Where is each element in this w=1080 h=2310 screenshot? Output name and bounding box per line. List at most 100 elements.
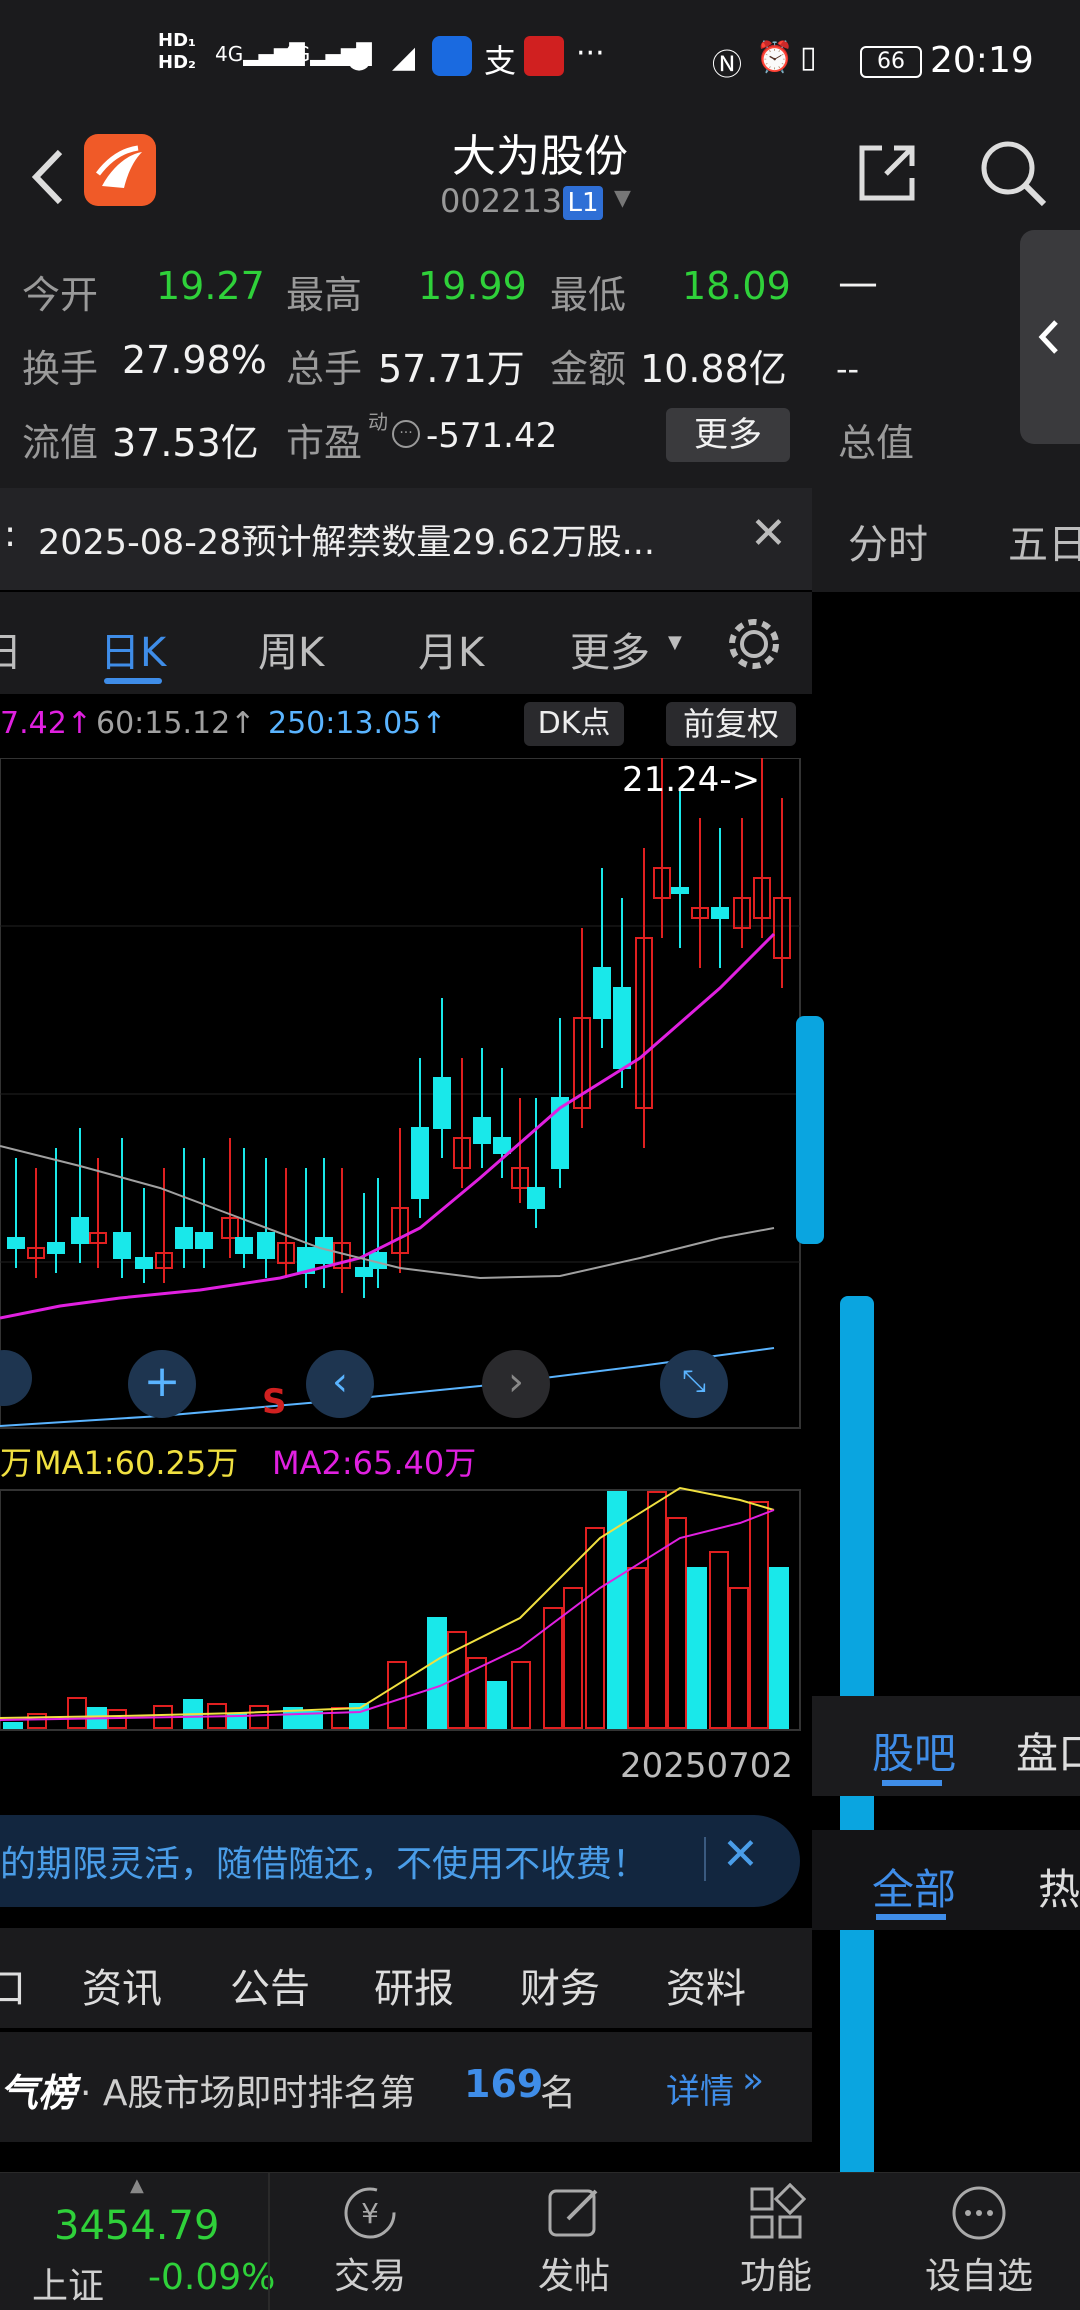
kline-svg (0, 758, 801, 1731)
quote-panel: 今开 19.27 最高 19.99 最低 18.09 换手 27.98% 总手 … (0, 240, 1080, 488)
add-watchlist-button[interactable]: 设自选 (904, 2183, 1054, 2299)
notice-text: 2025-08-28预计解禁数量29.62万股... (38, 523, 655, 563)
tab-weekly-k[interactable]: 周K (258, 620, 324, 678)
chevron-left-icon[interactable]: ‹ (306, 1350, 374, 1418)
right-sub-tabs: 全部 热 (812, 1830, 1080, 1930)
tab-partial[interactable]: 口 (0, 1956, 26, 2014)
candle-body (235, 1237, 253, 1254)
fullscreen-icon[interactable]: ⤡ (660, 1350, 728, 1418)
candle-body (411, 1127, 429, 1199)
open-value: 19.27 (156, 264, 265, 308)
tab-monthly-k[interactable]: 月K (418, 620, 484, 678)
peak-price-label: 21.24-> (622, 760, 761, 800)
close-icon[interactable]: ✕ (750, 508, 787, 559)
nfc-icon: Ⓝ (712, 48, 742, 83)
chart-scroll-thumb[interactable] (796, 1016, 824, 1244)
candle-body (47, 1242, 65, 1254)
kline-chart-area[interactable]: 7.42↑ 60:15.12↑ 250:13.05↑ DK点 前复权 21.24… (0, 694, 812, 1804)
search-icon[interactable] (976, 136, 1050, 210)
ma-blue-line (0, 1347, 775, 1427)
rank-detail-link[interactable]: 详情 (666, 2064, 734, 2113)
candle-body (671, 887, 689, 894)
volume-bar (543, 1607, 563, 1729)
price-value: — (838, 260, 878, 306)
pe-sup: 动 (368, 410, 388, 434)
change-value: -- (836, 350, 860, 388)
tab-more[interactable]: 更多 (570, 620, 650, 678)
volume-bar (487, 1681, 507, 1729)
tab-order-book[interactable]: 盘口 (1016, 1720, 1080, 1781)
candle-body (135, 1257, 153, 1269)
popularity-rank-row[interactable]: 气榜 · A股市场即时排名第 169 名 详情 » (0, 2032, 812, 2142)
volume-bar (331, 1707, 351, 1729)
turnover-label: 换手 (22, 347, 99, 391)
volume-bar (627, 1567, 647, 1729)
tab-forum[interactable]: 股吧 (872, 1720, 956, 1781)
rank-suffix: 名 (540, 2073, 577, 2114)
chevron-down-icon[interactable]: ▼ (614, 186, 631, 211)
candle-body (593, 967, 611, 1019)
float-label: 流值 (22, 421, 99, 465)
tab-day-partial[interactable]: 日 (0, 620, 22, 678)
add-watchlist-label: 设自选 (924, 2256, 1033, 2297)
tab-five-day[interactable]: 五日 (1008, 512, 1080, 570)
volume-bar (769, 1567, 789, 1729)
hd-indicator: HD₁ HD₂ (158, 30, 196, 73)
ma60-label: 60:15.12↑ (96, 706, 256, 741)
pe-value: -571.42 (426, 416, 558, 456)
post-button[interactable]: 发帖 (504, 2183, 644, 2299)
caret-down-icon: ▼ (668, 632, 682, 653)
stock-code: 002213 (440, 182, 563, 220)
candle-body (195, 1232, 213, 1249)
volume-bar (729, 1587, 749, 1729)
kline-tabs: 日 日K 周K 月K 更多 ▼ (0, 592, 812, 694)
volume-prefix: 万 (0, 1444, 33, 1482)
total-label: 总值 (838, 421, 915, 465)
tab-daily-k[interactable]: 日K (100, 620, 166, 678)
more-button[interactable]: 更多 (666, 408, 790, 462)
trade-label: 交易 (333, 2256, 406, 2297)
back-icon[interactable] (24, 142, 74, 212)
index-value[interactable]: 3454.79 (54, 2203, 219, 2249)
functions-button[interactable]: 功能 (706, 2182, 846, 2299)
trade-button[interactable]: ¥ 交易 (300, 2183, 440, 2299)
tab-all-underline (876, 1914, 946, 1920)
rank-number: 169 (464, 2062, 544, 2106)
alipay-icon: 支 (484, 42, 517, 80)
close-icon[interactable]: ✕ (722, 1829, 759, 1880)
rank-title: 气榜 (0, 2071, 77, 2115)
promo-banner[interactable]: 的期限灵活，随借随还，不使用不收费！ ✕ (0, 1815, 800, 1907)
status-bar: HD₁ HD₂ 4G▂▄▆█ 4G▂▄▆█ ● ◢ 支 ··· Ⓝ ⏰ ▯ 66 … (0, 0, 1080, 120)
volume-bar (249, 1705, 269, 1729)
share-icon[interactable] (852, 138, 922, 208)
unlock-notice[interactable]: : 2025-08-28预计解禁数量29.62万股... ✕ (0, 488, 812, 590)
tab-announcements[interactable]: 公告 (230, 1956, 310, 2014)
level-badge: L1 (563, 186, 603, 220)
tab-intraday[interactable]: 分时 (848, 512, 928, 570)
tab-research[interactable]: 研报 (374, 1956, 454, 2014)
caret-up-icon[interactable]: ▲ (130, 2175, 144, 2196)
gear-icon[interactable] (724, 614, 784, 674)
low-label: 最低 (550, 273, 627, 317)
tab-profile[interactable]: 资料 (666, 1956, 746, 2014)
zoom-in-icon[interactable]: + (128, 1350, 196, 1418)
volume-bar (687, 1567, 707, 1729)
chevron-right-icon[interactable]: › (482, 1350, 550, 1418)
adjust-button[interactable]: 前复权 (666, 702, 796, 746)
right-tabs: 分时 五日 (812, 488, 1080, 592)
side-expand-handle[interactable] (1020, 230, 1080, 444)
volume-bar (427, 1617, 447, 1729)
candle-body (257, 1232, 275, 1259)
tab-all[interactable]: 全部 (872, 1856, 956, 1917)
float-value: 37.53亿 (112, 421, 259, 465)
tab-hot[interactable]: 热 (1038, 1856, 1080, 1917)
functions-label: 功能 (739, 2256, 812, 2297)
dk-point-button[interactable]: DK点 (524, 702, 624, 746)
more-dots-icon[interactable]: ··· (392, 420, 420, 448)
volume-value: 57.71万 (378, 347, 525, 391)
ma5-label: 7.42↑ (0, 706, 92, 741)
high-label: 最高 (286, 273, 363, 317)
tab-forum-underline (882, 1780, 942, 1786)
tab-news[interactable]: 资讯 (82, 1956, 162, 2014)
tab-financials[interactable]: 财务 (520, 1956, 600, 2014)
